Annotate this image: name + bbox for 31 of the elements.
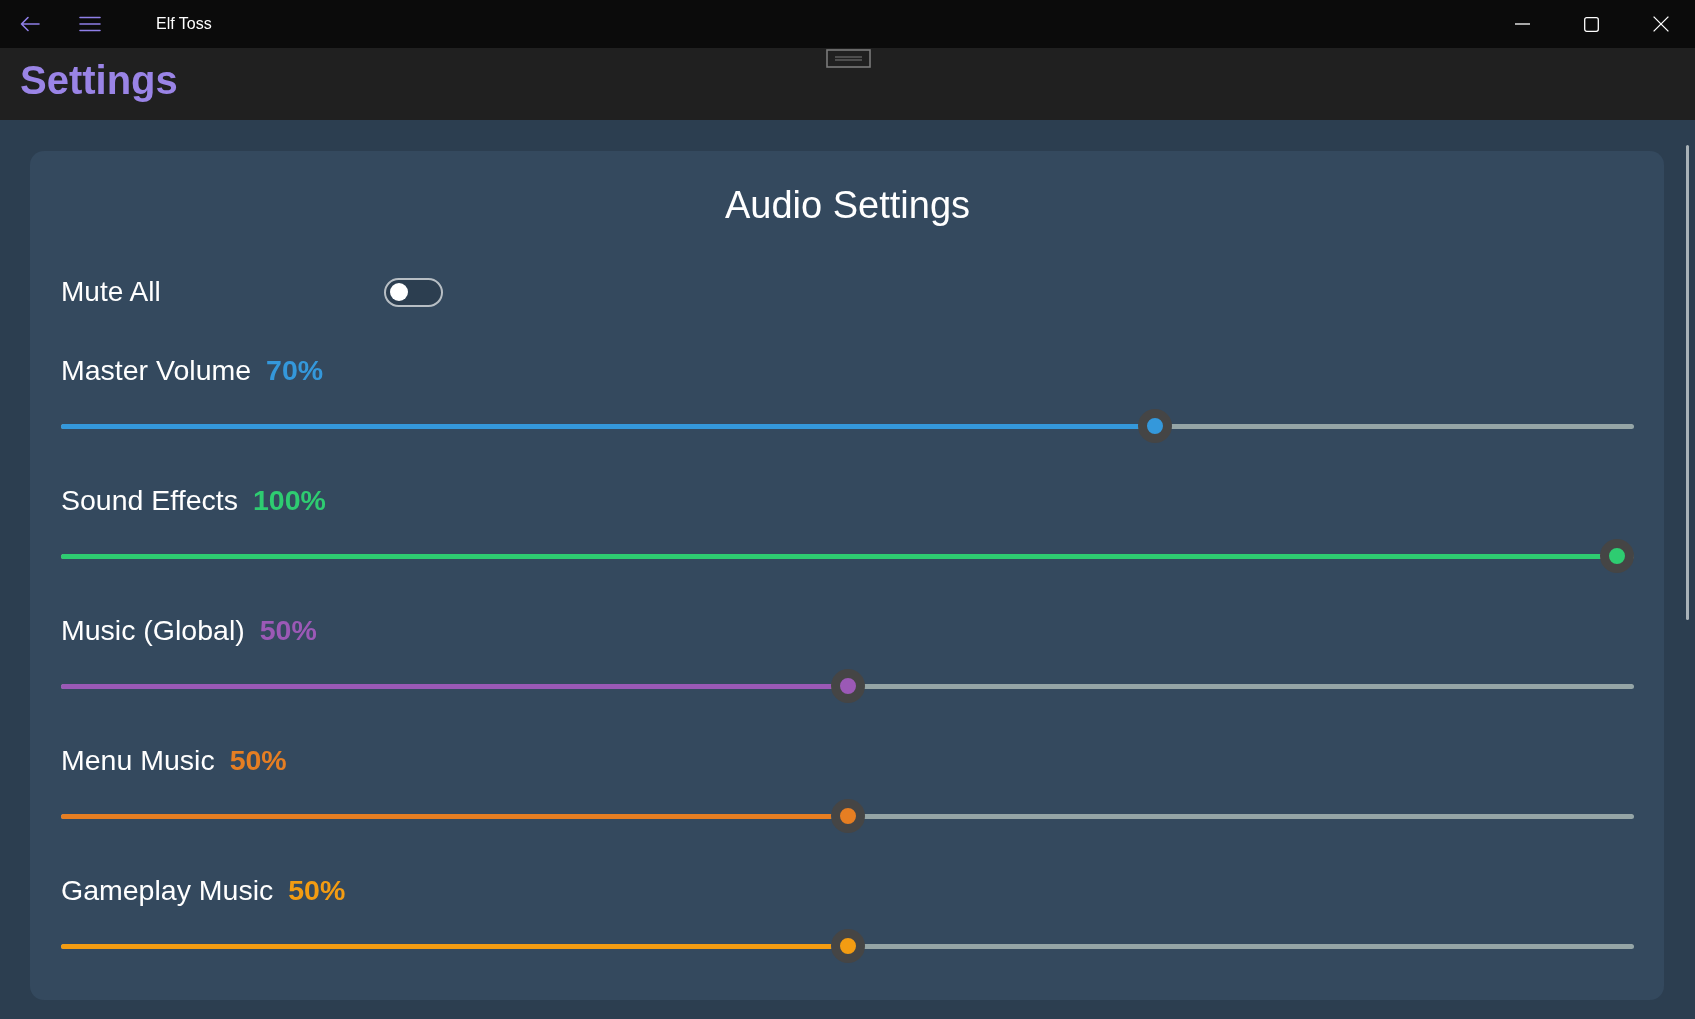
slider-track[interactable] [61,943,1634,949]
grip-handle-icon[interactable] [826,49,871,68]
menu-icon [79,16,101,32]
slider-thumb[interactable] [830,799,865,833]
slider-value: 100% [252,483,326,518]
scrollbar[interactable] [1686,145,1689,620]
slider-value: 50% [259,613,317,648]
slider-thumb[interactable] [830,669,865,703]
slider-track[interactable] [61,423,1634,429]
slider-value: 50% [288,873,346,908]
back-arrow-icon [20,16,40,32]
page-title: Settings [20,58,178,102]
toggle-switch[interactable] [384,277,443,307]
slider-value: 70% [266,353,324,388]
maximize-icon [1584,16,1599,32]
slider-label: Menu Music [61,743,215,778]
minimize-icon [1515,23,1530,25]
toggle-label: Mute All [61,275,162,309]
slider-label: Master Volume [61,353,252,388]
section-title: Audio Settings [723,183,972,228]
slider-label: Gameplay Music [61,873,274,908]
close-icon [1652,16,1669,32]
slider-track[interactable] [61,683,1634,689]
slider-track[interactable] [61,813,1634,819]
slider-thumb[interactable] [1138,409,1173,443]
slider-value: 50% [229,743,287,778]
slider-label: Sound Effects [61,483,238,518]
slider-thumb[interactable] [830,929,865,963]
slider-thumb[interactable] [1600,539,1634,573]
window-title: Elf Toss [156,14,212,34]
slider-label: Music (Global) [61,613,245,648]
